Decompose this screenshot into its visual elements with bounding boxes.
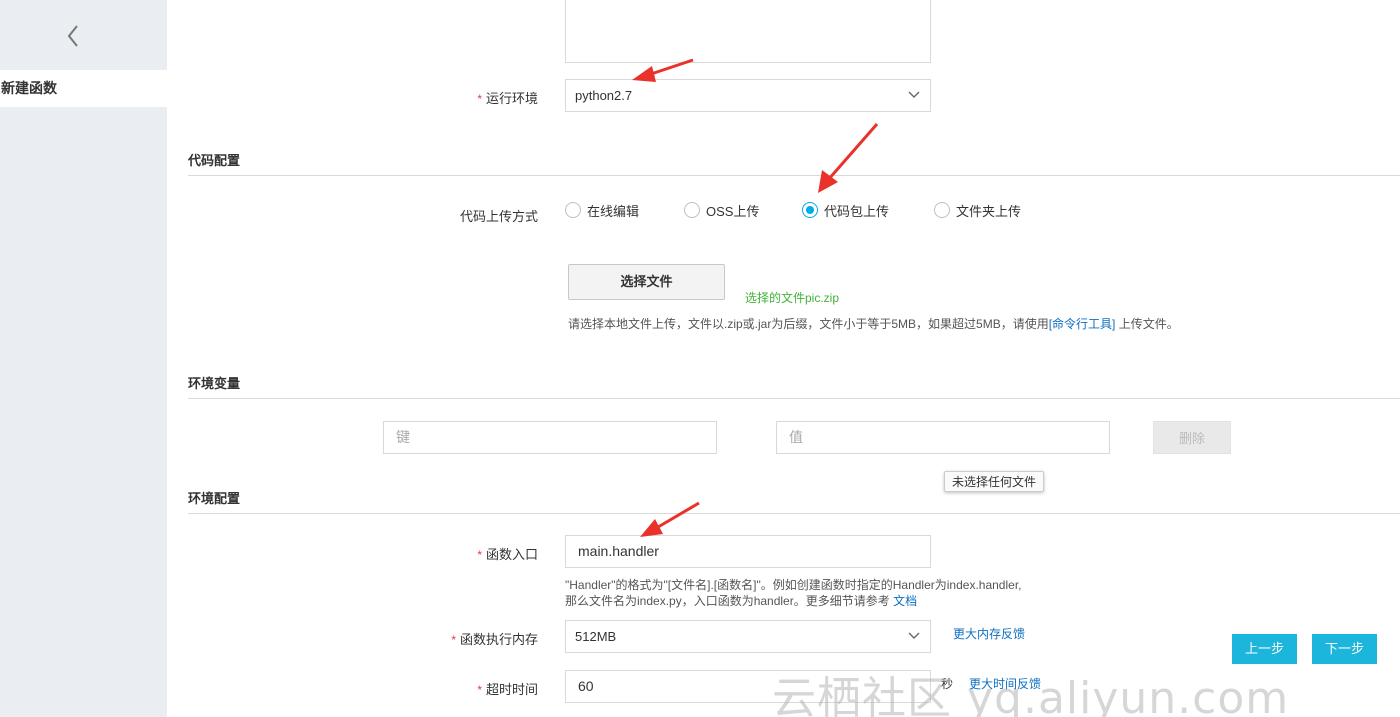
radio-folder-upload[interactable]: 文件夹上传 (934, 201, 1044, 220)
radio-oss-upload[interactable]: OSS上传 (684, 201, 802, 220)
main-form: * 运行环境 python2.7 代码配置 代码上传方式 在线编辑 OSS上传 代… (167, 0, 1400, 717)
section-divider (188, 513, 1400, 514)
choose-file-button[interactable]: 选择文件 (568, 264, 725, 300)
cli-tool-link[interactable]: [命令行工具] (1049, 317, 1116, 331)
section-divider (188, 398, 1400, 399)
docs-link[interactable]: 文档 (893, 594, 917, 608)
handler-label: * 函数入口 (477, 547, 538, 562)
radio-zip-upload[interactable]: 代码包上传 (802, 201, 934, 220)
chosen-file-text: 选择的文件pic.zip (745, 291, 840, 305)
prev-step-button[interactable]: 上一步 (1232, 634, 1297, 664)
runtime-label: * 运行环境 (477, 91, 538, 106)
radio-circle-icon (684, 202, 700, 218)
upload-method-radio-group: 在线编辑 OSS上传 代码包上传 文件夹上传 (565, 200, 1044, 220)
runtime-value: python2.7 (575, 88, 633, 103)
no-file-tooltip: 未选择任何文件 (944, 471, 1045, 492)
env-value-input[interactable]: 值 (776, 421, 1110, 454)
upload-hint: 请选择本地文件上传，文件以.zip或.jar为后缀，文件小于等于5MB，如果超过… (568, 317, 1179, 331)
chevron-down-icon (908, 632, 920, 639)
handler-input[interactable]: main.handler (565, 535, 931, 568)
upload-method-label: 代码上传方式 (459, 209, 538, 224)
timeout-label: * 超时时间 (477, 682, 538, 697)
radio-circle-icon (934, 202, 950, 218)
memory-value: 512MB (575, 629, 617, 644)
sidebar-item-new-function[interactable]: 新建函数 (0, 70, 167, 107)
back-button[interactable] (60, 20, 88, 52)
sidebar: 新建函数 (0, 0, 167, 717)
radio-circle-icon (565, 202, 581, 218)
memory-select[interactable]: 512MB (565, 620, 931, 653)
watermark: 云栖社区 yq.aliyun.com (772, 673, 1290, 717)
radio-checked-icon (802, 202, 818, 218)
description-textarea[interactable] (565, 0, 931, 63)
section-title-env-config: 环境配置 (188, 491, 241, 506)
chevron-left-icon (67, 25, 78, 47)
radio-online-edit[interactable]: 在线编辑 (565, 201, 684, 220)
section-title-code-config: 代码配置 (188, 153, 241, 168)
chevron-down-icon (908, 91, 920, 98)
section-title-env-vars: 环境变量 (188, 376, 241, 391)
runtime-select[interactable]: python2.7 (565, 79, 931, 112)
more-memory-feedback-link[interactable]: 更大内存反馈 (953, 625, 1025, 642)
next-step-button[interactable]: 下一步 (1312, 634, 1377, 664)
delete-env-button[interactable]: 删除 (1153, 421, 1231, 454)
handler-hint: "Handler"的格式为"[文件名].[函数名]"。例如创建函数时指定的Han… (565, 578, 1022, 608)
memory-label: * 函数执行内存 (451, 632, 538, 647)
section-divider (188, 175, 1400, 176)
env-key-input[interactable]: 键 (383, 421, 717, 454)
